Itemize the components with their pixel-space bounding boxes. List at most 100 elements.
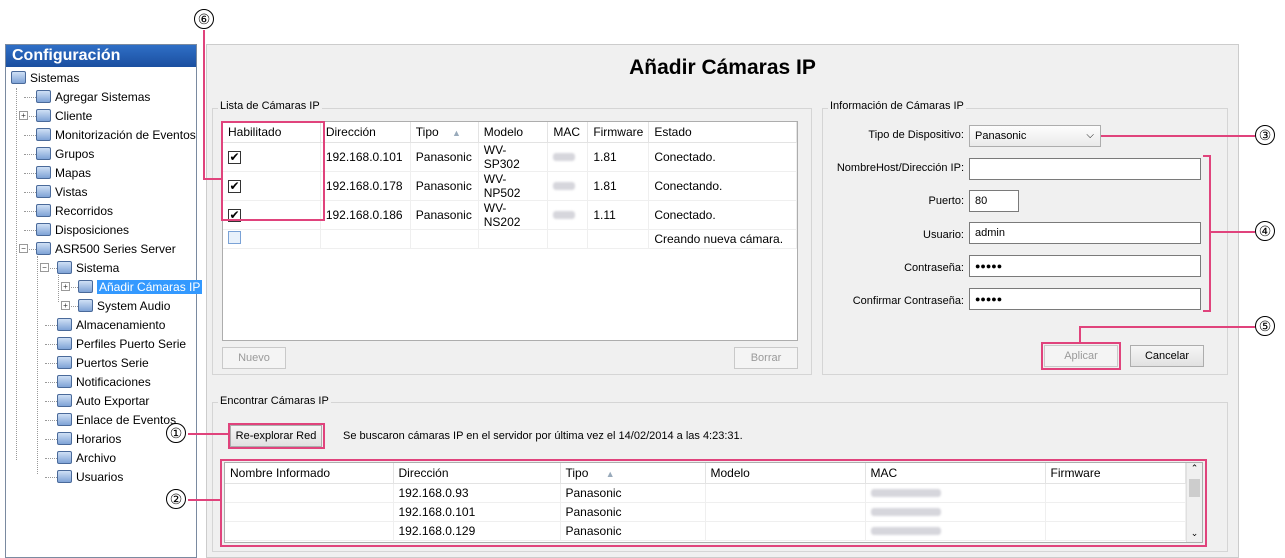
tree-guide <box>45 477 57 478</box>
sidebar-item-grupos[interactable]: Grupos <box>36 145 94 163</box>
systems-icon <box>11 71 26 84</box>
cell-type: Panasonic <box>410 200 479 230</box>
expand-icon[interactable]: + <box>61 282 70 291</box>
callout-4: ④ <box>1255 221 1275 241</box>
sidebar-item-label: Monitorización de Eventos <box>55 128 196 142</box>
col-status[interactable]: Estado <box>648 122 797 143</box>
system-icon <box>57 261 72 274</box>
tree-guide <box>24 192 36 193</box>
col-type-label: Tipo <box>415 124 439 139</box>
cell-status: Creando nueva cámara. <box>648 229 797 249</box>
cell-address <box>320 229 411 249</box>
confirm-password-input[interactable]: ●●●●● <box>969 288 1201 310</box>
sidebar-item-enlace-de-eventos[interactable]: Enlace de Eventos <box>57 411 176 429</box>
sidebar-item-label: System Audio <box>97 299 171 313</box>
collapse-icon[interactable]: − <box>40 263 49 272</box>
sidebar-item-asr500-series-server[interactable]: ASR500 Series Server <box>36 240 176 258</box>
col-type[interactable]: Tipo ▲ <box>410 122 479 143</box>
callout-line-6 <box>203 178 223 180</box>
hostname-input[interactable] <box>969 158 1201 180</box>
tree-guide <box>45 382 57 383</box>
sidebar-item-label: Vistas <box>55 185 88 199</box>
tree-guide <box>45 325 57 326</box>
sidebar-item-monitorizaci-n-de-eventos[interactable]: Monitorización de Eventos <box>36 126 196 144</box>
cell-type <box>410 229 479 249</box>
callout-2: ② <box>166 489 186 509</box>
device-type-label: Tipo de Dispositivo: <box>868 129 964 141</box>
cancel-button[interactable]: Cancelar <box>1130 345 1204 367</box>
chevron-down-icon: ⌵ <box>1086 130 1094 141</box>
tree-guide <box>24 135 36 136</box>
sidebar-title: Configuración <box>6 45 196 67</box>
camera-row[interactable]: Creando nueva cámara. <box>223 229 797 249</box>
sidebar-item-almacenamiento[interactable]: Almacenamiento <box>57 316 165 334</box>
col-model[interactable]: Modelo <box>478 122 549 143</box>
tree-guide <box>24 230 36 231</box>
sidebar-item-archivo[interactable]: Archivo <box>57 449 116 467</box>
serial-port-icon <box>57 356 72 369</box>
enabled-checkbox[interactable] <box>228 230 241 244</box>
sidebar-item-system-audio[interactable]: System Audio <box>78 297 170 315</box>
hostname-label: NombreHost/Dirección IP: <box>836 162 964 174</box>
expand-icon[interactable]: + <box>61 301 70 310</box>
sidebar-item-horarios[interactable]: Horarios <box>57 430 121 448</box>
redacted-mac <box>553 210 576 219</box>
sidebar-item-label: Enlace de Eventos <box>76 413 177 427</box>
sidebar-item-label: Almacenamiento <box>76 318 166 332</box>
callout-line-5 <box>1079 326 1081 343</box>
port-input[interactable]: 80 <box>969 190 1019 212</box>
port-label: Puerto: <box>928 195 964 207</box>
find-cameras-legend: Encontrar Cámaras IP <box>218 395 331 407</box>
sidebar-item-puertos-serie[interactable]: Puertos Serie <box>57 354 149 372</box>
collapse-icon[interactable]: − <box>19 244 28 253</box>
users-icon <box>57 470 72 483</box>
col-firmware[interactable]: Firmware <box>587 122 650 143</box>
highlight-apply-button <box>1041 342 1121 370</box>
highlight-found-table <box>220 459 1207 547</box>
user-input[interactable]: admin <box>969 222 1201 244</box>
sidebar-item-label: Agregar Sistemas <box>55 90 151 104</box>
sidebar-item-a-adir-c-maras-ip[interactable]: Añadir Cámaras IP <box>78 278 203 296</box>
sidebar-item-label: Puertos Serie <box>76 356 149 370</box>
col-mac[interactable]: MAC <box>547 122 589 143</box>
sidebar-item-sistemas[interactable]: Sistemas <box>11 69 79 87</box>
sidebar-item-label: Añadir Cámaras IP <box>97 280 203 294</box>
sidebar-item-agregar-sistemas[interactable]: Agregar Sistemas <box>36 88 150 106</box>
sidebar-item-notificaciones[interactable]: Notificaciones <box>57 373 151 391</box>
new-camera-button[interactable]: Nuevo <box>222 347 286 369</box>
password-label: Contraseña: <box>904 262 964 274</box>
tours-icon <box>36 204 51 217</box>
tree-guide <box>37 256 38 474</box>
cell-firmware: 1.81 <box>587 142 650 172</box>
sidebar-item-vistas[interactable]: Vistas <box>36 183 87 201</box>
user-label: Usuario: <box>923 229 964 241</box>
sidebar-item-disposiciones[interactable]: Disposiciones <box>36 221 129 239</box>
callout-5: ⑤ <box>1255 316 1275 336</box>
highlight-credentials-bracket <box>1203 155 1211 312</box>
callout-line-6 <box>203 30 205 180</box>
sidebar-item-perfiles-puerto-serie[interactable]: Perfiles Puerto Serie <box>57 335 186 353</box>
groups-icon <box>36 147 51 160</box>
expand-icon[interactable]: + <box>19 111 28 120</box>
password-input[interactable]: ●●●●● <box>969 255 1201 277</box>
delete-camera-button[interactable]: Borrar <box>734 347 798 369</box>
sidebar-item-auto-exportar[interactable]: Auto Exportar <box>57 392 149 410</box>
camera-list-legend: Lista de Cámaras IP <box>218 100 322 112</box>
redacted-mac <box>553 181 576 190</box>
sidebar-item-sistema[interactable]: Sistema <box>57 259 119 277</box>
cell-model <box>478 229 549 249</box>
sidebar-item-recorridos[interactable]: Recorridos <box>36 202 113 220</box>
notifications-icon <box>57 375 72 388</box>
sidebar-item-usuarios[interactable]: Usuarios <box>57 468 123 486</box>
redacted-mac <box>553 152 576 161</box>
device-type-select[interactable]: Panasonic ⌵ <box>969 125 1101 147</box>
col-address[interactable]: Dirección <box>320 122 411 143</box>
sidebar-item-mapas[interactable]: Mapas <box>36 164 91 182</box>
sidebar-item-cliente[interactable]: Cliente <box>36 107 92 125</box>
cell-status: Conectado. <box>648 200 797 230</box>
callout-1: ① <box>166 423 186 443</box>
callout-line-5 <box>1079 326 1255 328</box>
cell-firmware: 1.11 <box>587 200 650 230</box>
layouts-icon <box>36 223 51 236</box>
cell-firmware <box>587 229 650 249</box>
